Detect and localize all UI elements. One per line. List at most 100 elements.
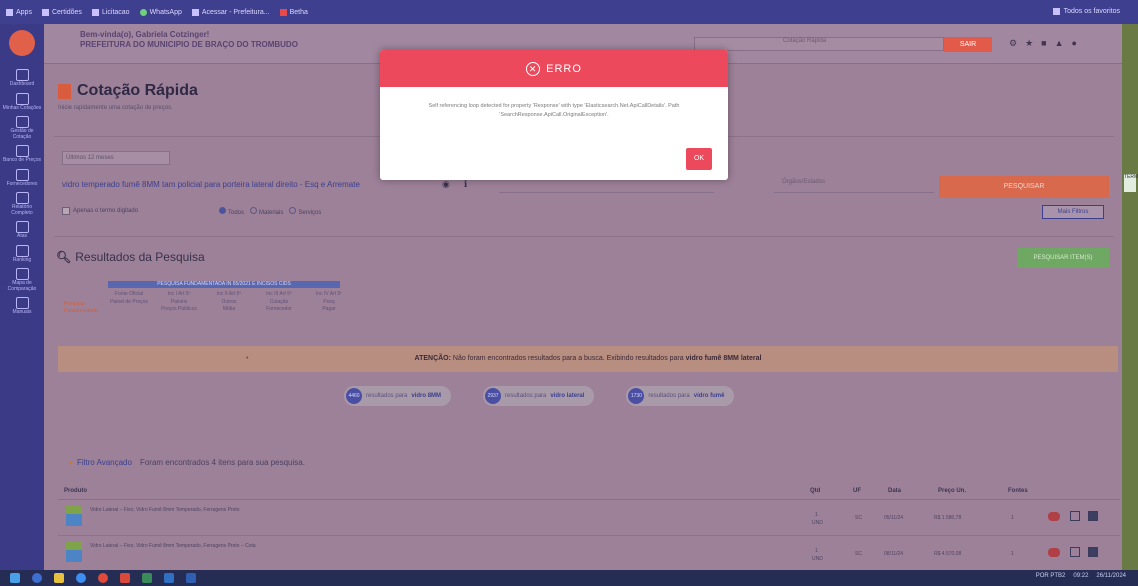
search-tools: ◉ ℹ	[442, 179, 467, 190]
pesquisar-itens-button[interactable]: PESQUISAR ITEM(S)	[1017, 248, 1109, 268]
sidebar-item-minhas-cotacoes[interactable]: Minhas Cotações	[2, 92, 42, 112]
row-checkbox[interactable]	[1070, 547, 1080, 557]
ok-button[interactable]: OK	[686, 148, 712, 170]
grid-col[interactable]: Inc II Art 5º Outros Mídia	[208, 291, 250, 314]
info-icon[interactable]: ℹ	[464, 179, 467, 190]
sidebar-item-manuais[interactable]: Manuais	[2, 297, 42, 316]
clock-time[interactable]: 09:22	[1073, 573, 1088, 579]
search-icon[interactable]	[32, 573, 42, 583]
grid-col[interactable]: Inc III Art 5º Cotação Fornecedor	[258, 291, 300, 314]
file-explorer-icon[interactable]	[54, 573, 64, 583]
source-badge[interactable]	[1048, 548, 1060, 557]
col-data[interactable]: Data	[888, 488, 901, 494]
box-icon[interactable]: ■	[1041, 38, 1046, 49]
close-circle-icon: ✕	[526, 61, 541, 76]
sidebar-item-fornecedores[interactable]: Fornecedores	[2, 168, 42, 188]
results-title: 🔍︎ Resultados da Pesquisa	[56, 250, 205, 264]
radio-servicos[interactable]: Serviços	[289, 207, 321, 216]
col-fontes[interactable]: Fontes	[1008, 488, 1028, 494]
results-table: Produto Qtd UF Data Preço Un. Fontes Vid…	[58, 482, 1120, 572]
bookmark-licitacao[interactable]: Licitacao	[91, 8, 130, 16]
modal-header: ✕ ERRO	[380, 50, 728, 87]
notification-icon[interactable]: ▲	[1055, 38, 1064, 49]
app-logo	[9, 30, 35, 56]
document-icon	[15, 116, 29, 128]
bookmarks-bar: Apps Certidões Licitacao WhatsApp Acessa…	[0, 0, 1138, 24]
search-term-input[interactable]: vidro temperado fumê 8MM tam policial pa…	[62, 180, 360, 189]
col-uf[interactable]: UF	[853, 488, 861, 494]
welcome-text: Bem-vinda(o), Gabriela Cotzinger! PREFEI…	[80, 30, 298, 49]
quick-search-input[interactable]: Cotação Rápida	[694, 37, 944, 51]
col-qtd[interactable]: Qtd	[810, 488, 820, 494]
desktop-strip: TERMO	[1122, 24, 1138, 570]
sidebar-item-atas[interactable]: Atas	[2, 221, 42, 240]
grid-col[interactable]: Inc I Art 5º Painéis Preços Públicos	[158, 291, 200, 314]
file-icon	[15, 221, 29, 233]
betha-icon	[279, 8, 287, 16]
language-indicator[interactable]: POR PTB2	[1036, 573, 1066, 579]
row-select-checkbox[interactable]	[1088, 511, 1098, 521]
camera-icon[interactable]: ◉	[442, 179, 450, 190]
windows-start-icon[interactable]	[10, 573, 20, 583]
suggestion-chip[interactable]: 4460 resultados para vidro 8MM	[344, 386, 452, 406]
col-preco[interactable]: Preço Un.	[938, 488, 966, 494]
product-logo	[66, 506, 82, 526]
pesquisar-button[interactable]: PESQUISAR	[939, 176, 1109, 198]
sair-button[interactable]: SAIR	[944, 37, 992, 52]
table-row[interactable]: Vidro Lateral – Fixo, Vidro Fumê 8mm Tem…	[58, 500, 1120, 536]
bookmark-apps[interactable]: Apps	[6, 8, 32, 16]
radio-todos[interactable]: Todos	[219, 207, 244, 216]
suggestion-chip[interactable]: 2937 resultados para vidro lateral	[483, 386, 595, 406]
apps-icon	[6, 8, 13, 16]
ranking-icon	[15, 244, 29, 257]
outlook-icon[interactable]	[186, 573, 196, 583]
sidebar-item-dashboard[interactable]: Dashboard	[2, 69, 42, 88]
chrome-icon[interactable]	[98, 573, 108, 583]
app-icon[interactable]	[120, 573, 130, 583]
whatsapp-icon	[139, 8, 147, 16]
settings-icon[interactable]: ⚙	[1009, 38, 1017, 49]
suggestion-counters: 4460 resultados para vidro 8MM 2937 resulta…	[344, 386, 735, 406]
bookmark-betha[interactable]: Betha	[279, 8, 308, 16]
folder-icon	[1052, 8, 1060, 15]
truck-icon	[15, 168, 29, 181]
radio-materiais[interactable]: Materiais	[250, 207, 283, 216]
row-checkbox[interactable]	[1070, 511, 1080, 521]
suggestion-chip[interactable]: 1730 resultados para vidro fumê	[626, 386, 735, 406]
error-modal: ✕ ERRO Self referencing loop detected fo…	[380, 50, 728, 180]
sidebar-item-banco-precos[interactable]: Banco de Preços	[2, 145, 42, 164]
period-select[interactable]: Últimos 12 meses	[62, 151, 170, 165]
sidebar-item-gestao[interactable]: Gestão de Cotação	[2, 116, 42, 140]
sidebar-item-mapa[interactable]: Mapa de Comparação	[2, 268, 42, 292]
filtro-avancado-link[interactable]: Filtro Avançado	[68, 458, 132, 467]
bookmark-icon	[41, 8, 49, 16]
system-tray: POR PTB2 09:22 26/11/2024	[1036, 573, 1126, 579]
mais-filtros-button[interactable]: Mais Filtros	[1042, 205, 1104, 219]
all-bookmarks[interactable]: Todos os favoritos	[1052, 8, 1120, 15]
bookmark-certidoes[interactable]: Certidões	[41, 8, 82, 16]
grid-col[interactable]: Inc IV Art 5º Pesq Pagar	[308, 291, 350, 314]
map-icon	[15, 268, 29, 280]
edge-icon[interactable]	[76, 573, 86, 583]
excel-icon[interactable]	[142, 573, 152, 583]
bookmark-whatsapp[interactable]: WhatsApp	[139, 8, 182, 16]
user-icon[interactable]: ●	[1072, 38, 1077, 49]
sidebar-item-relatorio[interactable]: Relatório Completo	[2, 192, 42, 216]
sidebar: Dashboard Minhas Cotações Gestão de Cota…	[0, 24, 44, 570]
source-badge[interactable]	[1048, 512, 1060, 521]
taskbar: POR PTB2 09:22 26/11/2024	[0, 570, 1138, 586]
category-dropdown[interactable]	[499, 179, 714, 193]
modal-message: Self referencing loop detected for prope…	[428, 103, 680, 118]
clock-date[interactable]: 26/11/2024	[1096, 573, 1126, 579]
row-select-checkbox[interactable]	[1088, 547, 1098, 557]
word-icon[interactable]	[164, 573, 174, 583]
col-produto[interactable]: Produto	[64, 488, 87, 494]
sidebar-item-ranking[interactable]: Ranking	[2, 244, 42, 264]
star-icon[interactable]: ★	[1025, 38, 1033, 49]
database-icon	[15, 145, 29, 157]
exact-term-checkbox[interactable]: Apenas o termo digitado	[62, 207, 138, 215]
grid-col[interactable]: Fonte Oficial Painel de Preços	[108, 291, 150, 314]
orgs-select[interactable]: Órgãos/Estados	[774, 179, 934, 193]
table-row[interactable]: Vidro Lateral – Fixo, Vidro Fumê 8mm Tem…	[58, 536, 1120, 572]
bookmark-prefeitura[interactable]: Acessar - Prefeitura...	[191, 8, 270, 16]
